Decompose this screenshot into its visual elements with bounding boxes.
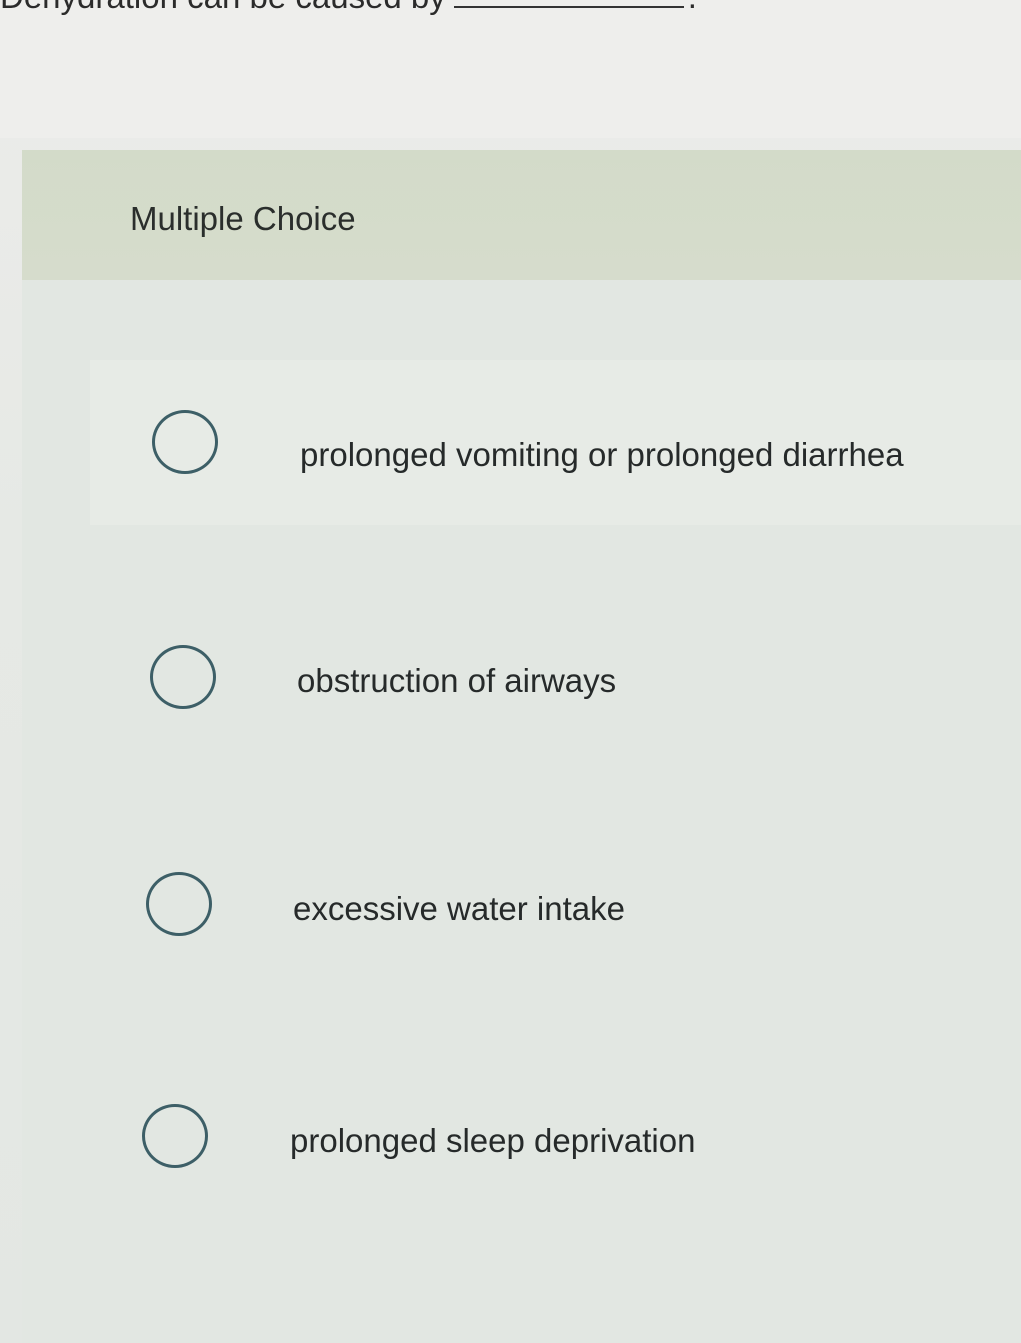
choice-1-radio[interactable] <box>152 410 218 474</box>
choice-3-radio[interactable] <box>146 872 212 936</box>
choice-2-radio[interactable] <box>150 645 216 709</box>
question-text: Dehydration can be caused by <box>0 0 446 15</box>
quiz-page: Dehydration can be caused by. Multiple C… <box>0 0 1021 1343</box>
choice-3-label[interactable]: excessive water intake <box>293 890 625 928</box>
question-prompt: Dehydration can be caused by. <box>0 0 697 16</box>
question-area: Dehydration can be caused by. <box>0 0 1021 138</box>
choice-4-radio[interactable] <box>142 1104 208 1168</box>
choice-2-label[interactable]: obstruction of airways <box>297 662 616 700</box>
choice-4-label[interactable]: prolonged sleep deprivation <box>290 1122 695 1160</box>
question-type-title: Multiple Choice <box>130 200 356 237</box>
choice-1-label[interactable]: prolonged vomiting or prolonged diarrhea <box>300 436 904 474</box>
question-period: . <box>688 0 697 15</box>
answer-blank <box>453 6 684 8</box>
